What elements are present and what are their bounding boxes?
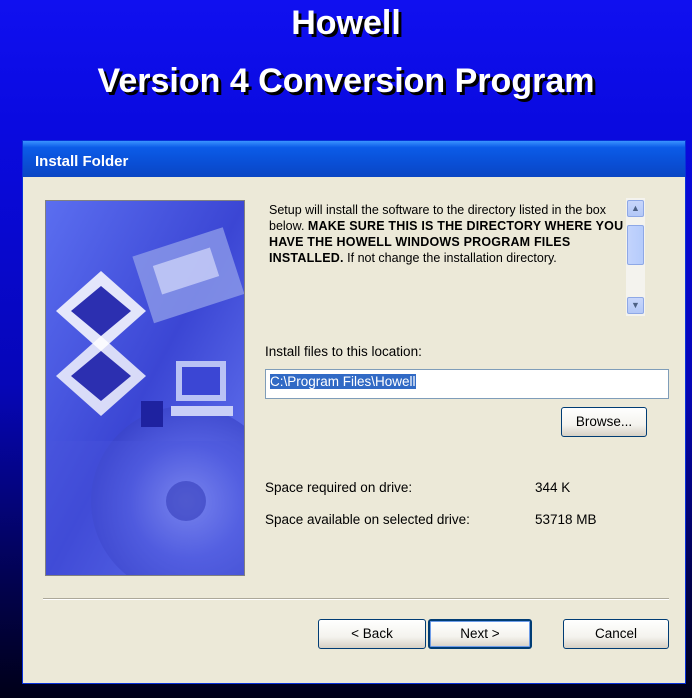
space-available-label: Space available on selected drive: (265, 512, 470, 527)
info-text: Setup will install the software to the d… (269, 202, 637, 266)
button-separator (43, 598, 669, 600)
cancel-button[interactable]: Cancel (563, 619, 669, 649)
info-text-box[interactable]: Setup will install the software to the d… (265, 198, 645, 316)
back-button[interactable]: < Back (318, 619, 426, 649)
install-folder-dialog: Install Folder Setup will install the so… (22, 140, 686, 684)
space-required-label: Space required on drive: (265, 480, 413, 495)
install-location-label: Install files to this location: (265, 344, 422, 359)
setup-artwork-image (45, 200, 245, 576)
setup-artwork-svg (46, 201, 244, 575)
install-path-input[interactable]: C:\Program Files\Howell (265, 369, 669, 399)
chevron-up-icon: ▲ (631, 203, 640, 213)
scroll-thumb[interactable] (627, 225, 644, 265)
banner-title: Howell (291, 4, 401, 42)
next-button[interactable]: Next > (428, 619, 532, 649)
info-scrollbar[interactable]: ▲ ▼ (626, 198, 645, 316)
browse-button[interactable]: Browse... (561, 407, 647, 437)
chevron-down-icon: ▼ (631, 300, 640, 310)
space-available-value: 53718 MB (535, 512, 597, 527)
scroll-up-button[interactable]: ▲ (627, 200, 644, 217)
info-text-outro: If not change the installation directory… (343, 251, 557, 265)
dialog-title: Install Folder (23, 141, 685, 177)
scroll-down-button[interactable]: ▼ (627, 297, 644, 314)
space-required-value: 344 K (535, 480, 571, 495)
install-path-value: C:\Program Files\Howell (270, 374, 416, 389)
banner-subtitle: Version 4 Conversion Program (97, 62, 595, 100)
